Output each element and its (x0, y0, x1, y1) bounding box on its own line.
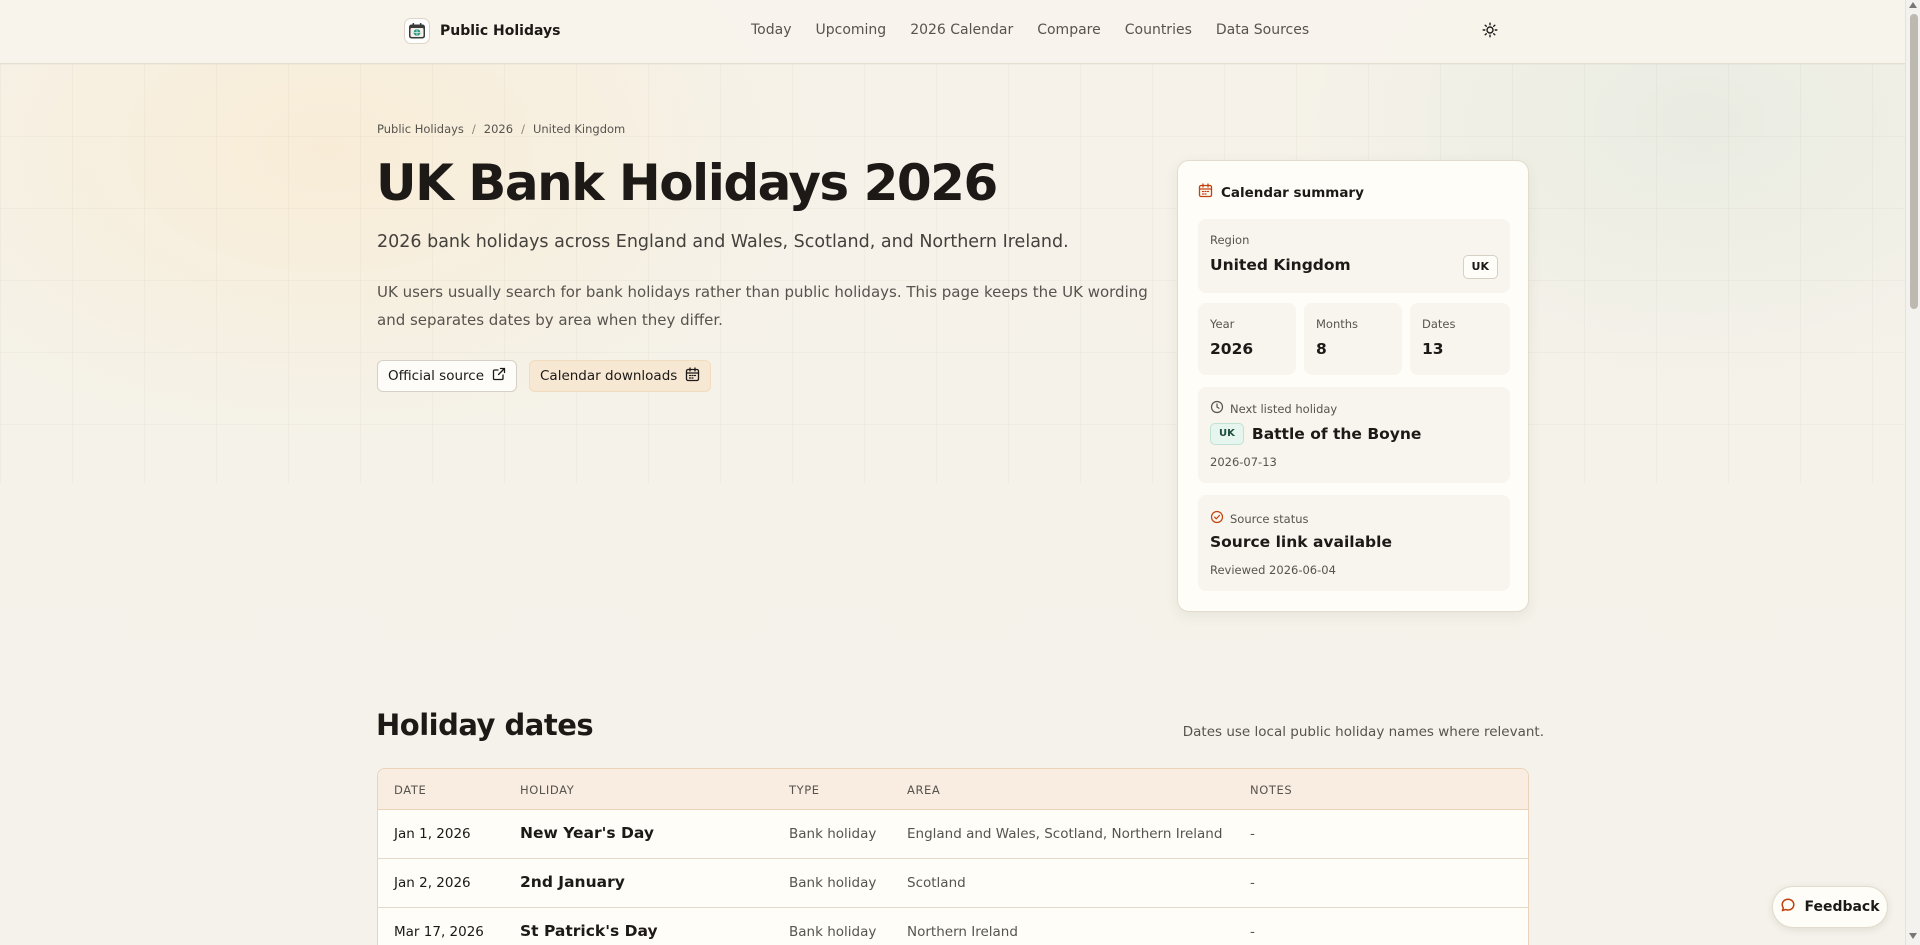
summary-title: Calendar summary (1221, 184, 1364, 201)
dates-panel: Dates 13 (1410, 303, 1510, 375)
holiday-dates-title: Holiday dates (376, 708, 594, 742)
region-label: Region (1210, 233, 1250, 247)
breadcrumb-public-holidays[interactable]: Public Holidays (377, 122, 464, 136)
months-label: Months (1316, 317, 1359, 331)
column-holiday: HOLIDAY (520, 783, 575, 797)
check-circle-icon (1210, 509, 1224, 528)
holiday-type: Bank holiday (789, 826, 877, 842)
year-value: 2026 (1210, 340, 1254, 358)
top-header: Public Holidays Today Upcoming 2026 Cale… (0, 0, 1905, 64)
official-source-label: Official source (388, 368, 484, 384)
nav-today[interactable]: Today (751, 22, 792, 38)
theme-toggle-button[interactable] (1478, 20, 1502, 44)
table-row: Mar 17, 2026 St Patrick's Day Bank holid… (378, 908, 1528, 945)
nav-upcoming[interactable]: Upcoming (816, 22, 887, 38)
hero-actions: Official source Calendar downloads (377, 360, 712, 392)
calendar-icon (685, 366, 700, 386)
holiday-date: Jan 2, 2026 (394, 875, 471, 891)
table-row: Jan 1, 2026 New Year's Day Bank holiday … (378, 810, 1528, 859)
dates-value: 13 (1422, 340, 1444, 358)
main-nav: Today Upcoming 2026 Calendar Compare Cou… (751, 22, 1309, 38)
holiday-area: England and Wales, Scotland, Northern Ir… (907, 826, 1223, 842)
scroll-up-icon[interactable] (1909, 2, 1917, 8)
clock-icon (1210, 399, 1224, 418)
holiday-area: Scotland (907, 875, 966, 891)
holiday-date: Jan 1, 2026 (394, 826, 471, 842)
column-notes: NOTES (1250, 783, 1293, 797)
year-panel: Year 2026 (1198, 303, 1296, 375)
column-date: DATE (394, 783, 427, 797)
holiday-name[interactable]: New Year's Day (520, 824, 654, 842)
holiday-notes: - (1250, 875, 1255, 891)
holiday-name[interactable]: 2nd January (520, 873, 625, 891)
scrollbar-thumb[interactable] (1910, 14, 1918, 309)
summary-title-row: Calendar summary (1198, 183, 1364, 202)
chat-bubble-icon (1780, 897, 1796, 917)
external-link-icon (492, 367, 506, 385)
page-subtitle: 2026 bank holidays across England and Wa… (377, 232, 1069, 252)
nav-compare[interactable]: Compare (1037, 22, 1101, 38)
year-label: Year (1210, 317, 1235, 331)
feedback-button[interactable]: Feedback (1772, 886, 1888, 928)
breadcrumb-separator: / (521, 122, 525, 136)
background-grid (0, 64, 1905, 484)
column-area: AREA (907, 783, 941, 797)
holiday-notes: - (1250, 924, 1255, 940)
months-panel: Months 8 (1304, 303, 1402, 375)
source-status-label: Source status (1230, 511, 1309, 526)
calendar-summary-card: Calendar summary Region United Kingdom U… (1177, 160, 1529, 612)
source-status-panel: Source status Source link available Revi… (1198, 495, 1510, 591)
feedback-label: Feedback (1804, 899, 1880, 915)
breadcrumb: Public Holidays / 2026 / United Kingdom (377, 122, 625, 136)
table-header: DATE HOLIDAY TYPE AREA NOTES (378, 769, 1528, 810)
nav-countries[interactable]: Countries (1125, 22, 1192, 38)
region-value: United Kingdom (1210, 256, 1351, 274)
holiday-table: DATE HOLIDAY TYPE AREA NOTES Jan 1, 2026… (377, 768, 1529, 945)
nav-data-sources[interactable]: Data Sources (1216, 22, 1309, 38)
next-holiday-label: Next listed holiday (1230, 401, 1338, 416)
holiday-name[interactable]: St Patrick's Day (520, 922, 658, 940)
holiday-type: Bank holiday (789, 875, 877, 891)
breadcrumb-year[interactable]: 2026 (484, 122, 513, 136)
page-description: UK users usually search for bank holiday… (377, 283, 1148, 329)
months-value: 8 (1316, 340, 1327, 358)
source-status-value: Source link available (1210, 533, 1392, 551)
holiday-notes: - (1250, 826, 1255, 842)
holiday-area: Northern Ireland (907, 924, 1018, 940)
calendar-icon (1198, 183, 1213, 202)
column-type: TYPE (789, 783, 820, 797)
calendar-globe-icon (404, 18, 430, 44)
breadcrumb-separator: / (471, 122, 476, 136)
scroll-down-icon[interactable] (1909, 933, 1917, 939)
breadcrumb-country: United Kingdom (532, 122, 626, 136)
table-row: Jan 2, 2026 2nd January Bank holiday Sco… (378, 859, 1528, 908)
brand-link[interactable]: Public Holidays (404, 18, 560, 44)
sun-icon (1482, 22, 1498, 42)
holiday-type: Bank holiday (789, 924, 877, 940)
brand-name: Public Holidays (440, 23, 561, 39)
calendar-downloads-button[interactable]: Calendar downloads (529, 360, 712, 392)
calendar-downloads-label: Calendar downloads (540, 368, 678, 384)
official-source-button[interactable]: Official source (377, 360, 517, 392)
source-reviewed-date: Reviewed 2026-06-04 (1210, 563, 1336, 577)
next-holiday-date: 2026-07-13 (1210, 455, 1277, 469)
region-panel: Region United Kingdom UK (1198, 219, 1510, 293)
page-title: UK Bank Holidays 2026 (376, 154, 998, 212)
next-holiday-panel: Next listed holiday UK Battle of the Boy… (1198, 387, 1510, 483)
region-code-badge: UK (1462, 255, 1498, 279)
next-holiday-name-row: UK Battle of the Boyne (1210, 423, 1421, 445)
next-holiday-region-badge: UK (1210, 423, 1244, 445)
next-holiday-label-row: Next listed holiday (1210, 399, 1337, 418)
next-holiday-name[interactable]: Battle of the Boyne (1252, 425, 1422, 443)
holiday-dates-note: Dates use local public holiday names whe… (1182, 724, 1544, 740)
source-status-label-row: Source status (1210, 509, 1309, 528)
holiday-date: Mar 17, 2026 (394, 924, 484, 940)
page-scrollbar[interactable] (1905, 0, 1920, 945)
nav-2026-calendar[interactable]: 2026 Calendar (910, 22, 1013, 38)
dates-label: Dates (1422, 317, 1456, 331)
